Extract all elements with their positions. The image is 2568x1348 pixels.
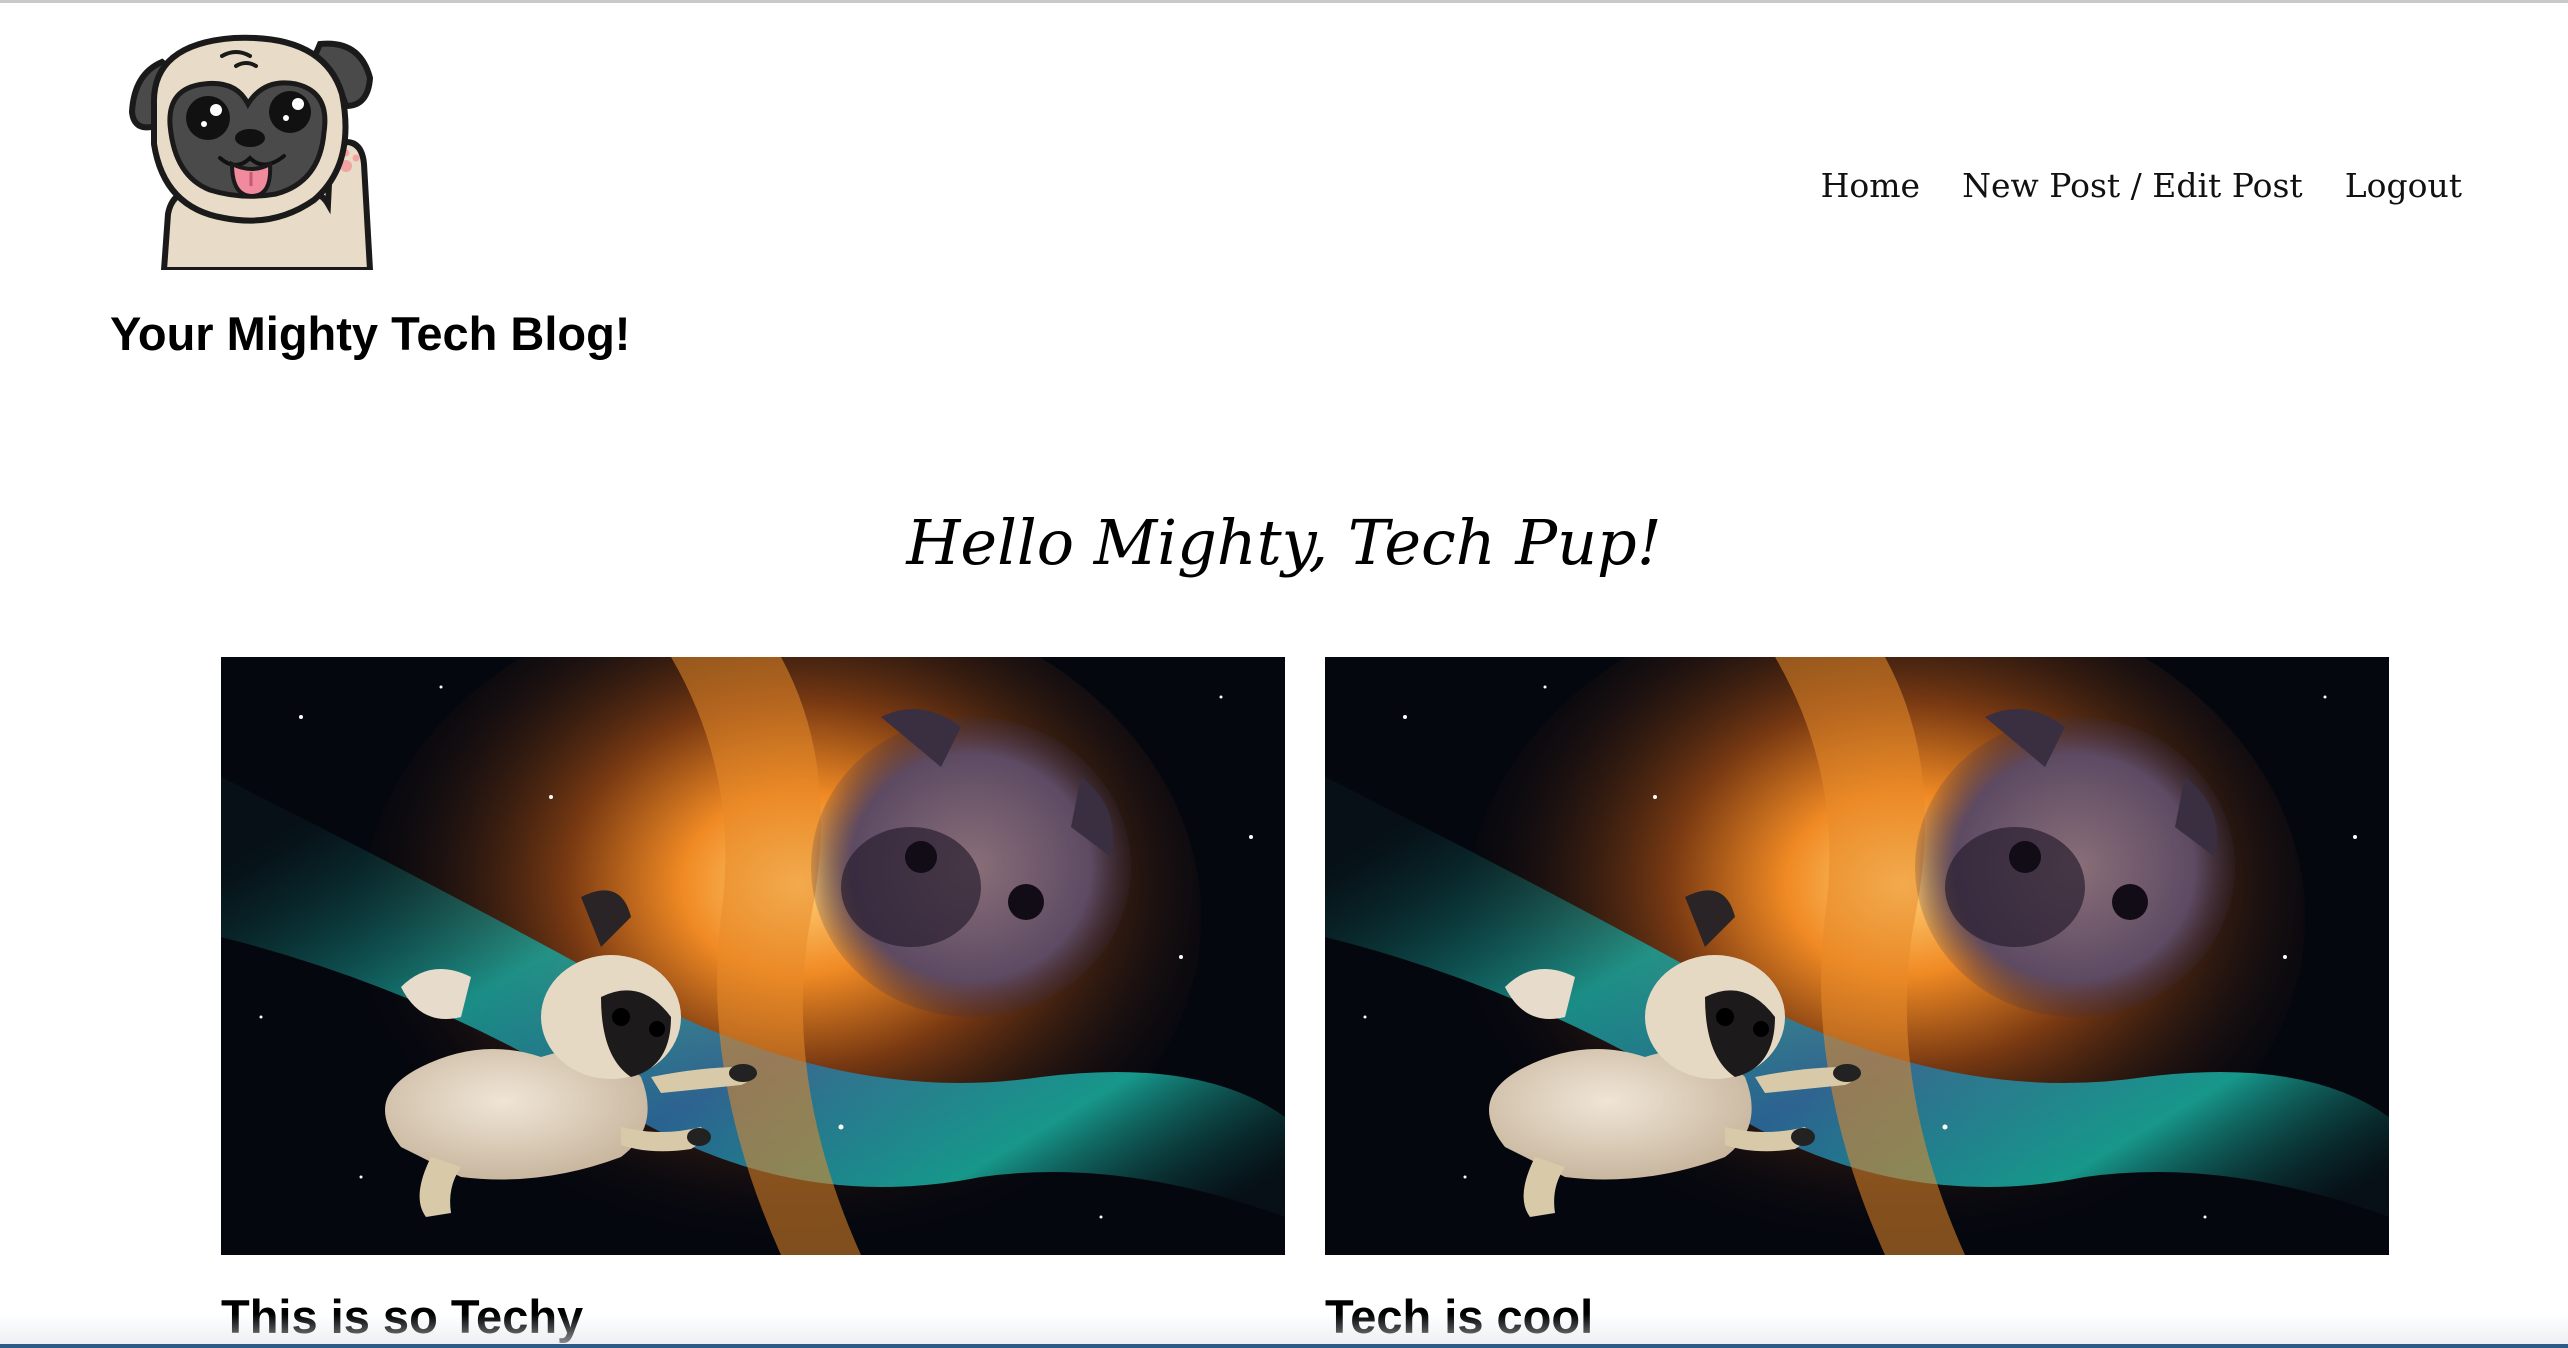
pug-waving-logo-icon[interactable] <box>124 14 390 270</box>
post-grid: This is so Techy <box>221 657 2389 1345</box>
space-pug-image[interactable] <box>1325 657 2389 1255</box>
bottom-bar <box>0 1344 2568 1348</box>
site-title: Your Mighty Tech Blog! <box>110 307 631 360</box>
page-greeting: Hello Mighty, Tech Pup! <box>906 506 1662 579</box>
post-card[interactable]: Tech is cool <box>1325 657 2389 1345</box>
post-card[interactable]: This is so Techy <box>221 657 1285 1345</box>
nav-home-link[interactable]: Home <box>1821 162 1920 210</box>
nav-new-edit-post-link[interactable]: New Post / Edit Post <box>1962 162 2303 210</box>
top-border <box>0 0 2568 3</box>
bottom-fade <box>0 1314 2568 1348</box>
nav-logout-link[interactable]: Logout <box>2345 162 2462 210</box>
page: Your Mighty Tech Blog! Home New Post / E… <box>0 0 2568 1348</box>
space-pug-image[interactable] <box>221 657 1285 1255</box>
main-nav: Home New Post / Edit Post Logout <box>1821 162 2462 210</box>
